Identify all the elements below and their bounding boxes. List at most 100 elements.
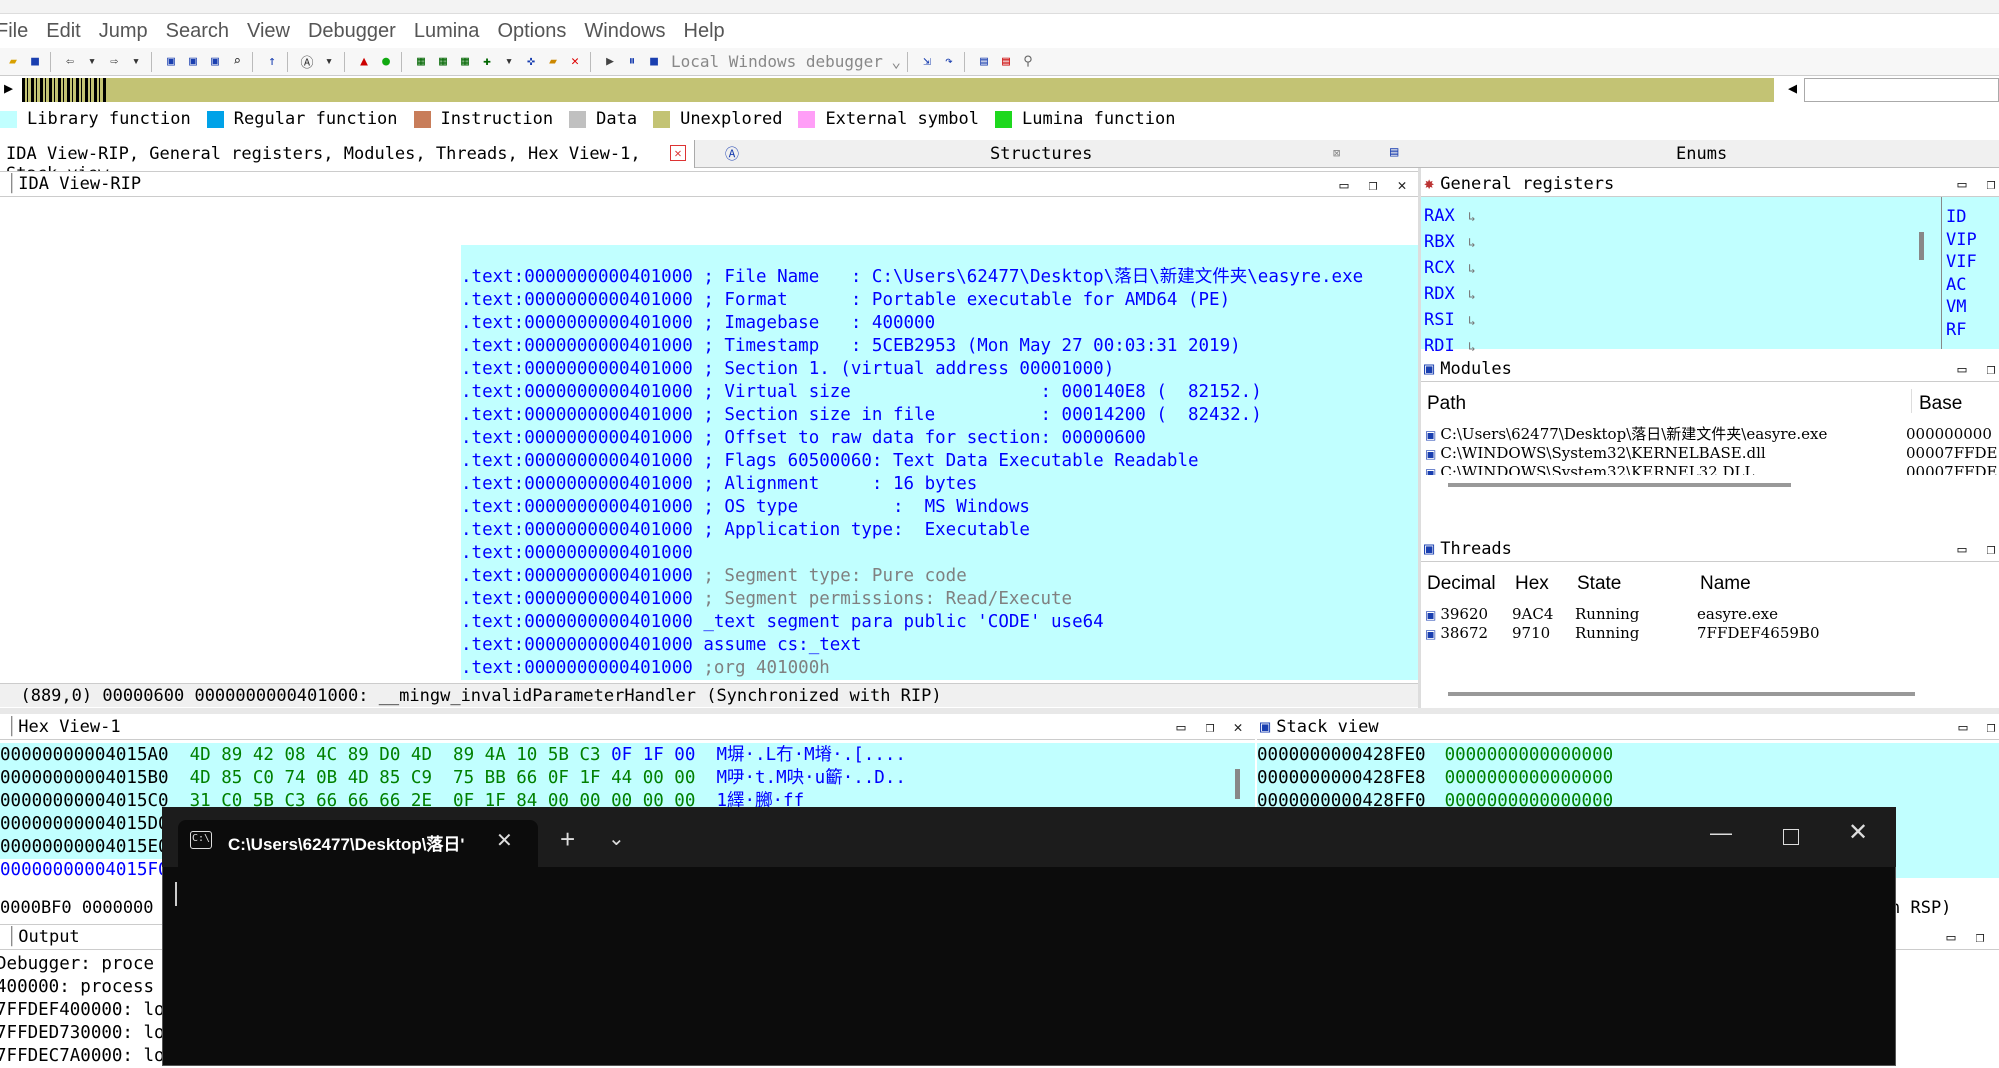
jump-arrow-icon[interactable]: ↳ — [1468, 262, 1476, 277]
listing-line[interactable]: .text:0000000000401000 ; File Name : C:\… — [461, 266, 1418, 289]
listing-line[interactable]: .text:0000000000401000 assume cs:_text — [461, 634, 1418, 657]
graph-icon[interactable]: ▲ — [355, 53, 373, 71]
green-circle-icon[interactable]: ● — [377, 53, 395, 71]
menu-search[interactable]: Search — [166, 20, 229, 43]
registers-list[interactable]: RAX ↳ RBX ↳ RCX ↳ RDX ↳ RSI ↳ RDI ↳ — [1421, 197, 1941, 356]
listing-line[interactable]: .text:0000000000401000 ; Format : Portab… — [461, 289, 1418, 312]
flag-row[interactable]: VIF — [1946, 251, 1999, 274]
flow-chart-icon[interactable]: ▦ — [434, 53, 452, 71]
menu-view[interactable]: View — [247, 20, 290, 43]
listing-line[interactable]: .text:0000000000401000 ; Flags 60500060:… — [461, 450, 1418, 473]
pause-icon[interactable]: ⏸ — [623, 53, 641, 71]
terminal-tab[interactable]: C:\ C:\Users\62477\Desktop\落日' ✕ — [178, 820, 538, 867]
register-row[interactable]: RDX ↳ — [1424, 281, 1941, 307]
breakpoint-icon[interactable]: ✜ — [522, 53, 540, 71]
chevron-down-icon[interactable]: ▾ — [320, 53, 338, 71]
menu-lumina[interactable]: Lumina — [414, 20, 480, 43]
jump-arrow-icon[interactable]: ↳ — [1468, 314, 1476, 329]
hex-line[interactable]: 00000000004015A0 4D 89 42 08 4C 89 D0 4D… — [0, 744, 1255, 767]
jump-arrow-icon[interactable]: ↳ — [1468, 210, 1476, 225]
forward-icon[interactable]: ⇨ — [105, 53, 123, 71]
tab-enums[interactable]: Enums — [1676, 144, 1727, 164]
register-row[interactable]: RCX ↳ — [1424, 255, 1941, 281]
jump-arrow-icon[interactable]: ↳ — [1468, 236, 1476, 251]
maximize-icon[interactable]: ▭ — [1954, 718, 1972, 736]
listing-line[interactable]: .text:0000000000401000 ; Section 1. (vir… — [461, 358, 1418, 381]
threads-col-state[interactable]: State — [1577, 573, 1621, 595]
table-row[interactable]: ▣ C:\WINDOWS\System32\KERNEL32.DLL 00007FF… — [1425, 463, 1999, 475]
listing-line[interactable]: .text:0000000000401000 ; Timestamp : 5CE… — [461, 335, 1418, 358]
register-row[interactable]: RAX ↳ — [1424, 203, 1941, 229]
close-icon[interactable]: ⊠ — [1333, 146, 1340, 160]
modules-col-path[interactable]: Path — [1427, 393, 1466, 415]
menu-jump[interactable]: Jump — [99, 20, 148, 43]
maximize-icon[interactable] — [1783, 829, 1799, 845]
maximize-icon[interactable]: ▭ — [1953, 540, 1971, 558]
navigation-band-strip[interactable] — [22, 78, 1774, 102]
maximize-icon[interactable]: ▭ — [1172, 718, 1190, 736]
breakpoints-list-icon[interactable]: ▤ — [997, 53, 1015, 71]
listing-line[interactable]: .text:0000000000401000 ; Section size in… — [461, 404, 1418, 427]
maximize-icon[interactable]: ▭ — [1953, 175, 1971, 193]
listing-line[interactable]: .text:0000000000401000 ; Segment permiss… — [461, 588, 1418, 611]
stack-line[interactable]: 0000000000428FE0 0000000000000000 — [1257, 744, 1999, 767]
tracing-icon[interactable]: ⚲ — [1019, 53, 1037, 71]
maximize-icon[interactable]: ▭ — [1953, 360, 1971, 378]
flag-row[interactable]: AC — [1946, 274, 1999, 297]
menu-edit[interactable]: Edit — [46, 20, 80, 43]
close-icon[interactable]: ✕ — [496, 828, 513, 853]
register-row[interactable]: RBX ↳ — [1424, 229, 1941, 255]
text-mode-icon[interactable]: Ⓐ — [298, 53, 316, 71]
tab-structures[interactable]: Structures — [990, 144, 1092, 164]
minimize-icon[interactable]: — — [1710, 820, 1732, 846]
open-icon[interactable]: ▰ — [4, 53, 22, 71]
table-row[interactable]: ▣ C:\Users\62477\Desktop\落日\新建文件夹\easyre.… — [1425, 425, 1999, 444]
listing-line[interactable]: .text:0000000000401000 ; OS type : MS Wi… — [461, 496, 1418, 519]
table-row[interactable]: ▣ C:\WINDOWS\System32\KERNELBASE.dll 00007… — [1425, 444, 1999, 463]
listing-line[interactable]: .text:0000000000401000 ; Application typ… — [461, 519, 1418, 542]
menu-options[interactable]: Options — [497, 20, 566, 43]
search-next-icon[interactable]: ⌕ — [228, 53, 246, 71]
restore-icon[interactable]: ❐ — [1982, 718, 1999, 736]
new-tab-icon[interactable]: + — [560, 824, 575, 855]
restore-icon[interactable]: ❐ — [1971, 928, 1989, 946]
chevron-down-icon[interactable]: ⌄ — [608, 826, 625, 851]
chevron-down-icon[interactable]: ▾ — [83, 53, 101, 71]
nav-left-arrow-icon[interactable]: ▶ — [4, 79, 13, 97]
close-icon[interactable]: ✕ — [1848, 818, 1868, 847]
chevron-down-icon[interactable]: ▾ — [127, 53, 145, 71]
table-row[interactable]: ▣ 39620 9AC4 Running easyre.exe — [1425, 605, 1999, 624]
close-icon[interactable]: ✕ — [1393, 176, 1411, 194]
listing-line[interactable]: .text:0000000000401000 — [461, 542, 1418, 565]
scrollbar[interactable] — [1919, 232, 1924, 260]
register-row[interactable]: RSI ↳ — [1424, 307, 1941, 333]
ida-listing[interactable]: .text:0000000000401000 ; File Name : C:\… — [461, 245, 1418, 680]
listing-line[interactable]: .text:0000000000401000 _text segment par… — [461, 611, 1418, 634]
flag-row[interactable]: ID — [1946, 206, 1999, 229]
binary-search-icon[interactable]: ▣ — [162, 53, 180, 71]
listing-line[interactable]: .text:0000000000401000 ; Alignment : 16 … — [461, 473, 1418, 496]
close-icon[interactable]: ✕ — [566, 53, 584, 71]
threads-col-decimal[interactable]: Decimal — [1427, 573, 1496, 595]
threads-col-name[interactable]: Name — [1700, 573, 1751, 595]
tab-main-group[interactable]: IDA View-RIP, General registers, Modules… — [0, 140, 695, 184]
flags-list[interactable]: ID VIP VIF AC VM RF — [1941, 197, 1999, 349]
menu-file[interactable]: File — [0, 20, 28, 43]
listing-line[interactable]: .text:0000000000401000 ;org 401000h — [461, 657, 1418, 680]
menu-windows[interactable]: Windows — [584, 20, 665, 43]
restore-icon[interactable]: ❐ — [1201, 718, 1219, 736]
run-to-icon[interactable]: ▰ — [544, 53, 562, 71]
debugger-select[interactable]: Local Windows debugger ⌄ — [671, 52, 901, 71]
restore-icon[interactable]: ❐ — [1982, 540, 1999, 558]
close-icon[interactable]: ✕ — [1229, 718, 1247, 736]
chevron-down-icon[interactable]: ▾ — [500, 53, 518, 71]
immediate-search-icon[interactable]: ▣ — [206, 53, 224, 71]
stack-line[interactable]: 0000000000428FE8 0000000000000000 — [1257, 767, 1999, 790]
maximize-icon[interactable]: ▭ — [1942, 928, 1960, 946]
proximity-icon[interactable]: ▦ — [412, 53, 430, 71]
menu-debugger[interactable]: Debugger — [308, 20, 396, 43]
threads-col-hex[interactable]: Hex — [1515, 573, 1549, 595]
play-icon[interactable]: ▶ — [601, 53, 619, 71]
restore-icon[interactable]: ❐ — [1364, 176, 1382, 194]
restore-icon[interactable]: ❐ — [1982, 360, 1999, 378]
